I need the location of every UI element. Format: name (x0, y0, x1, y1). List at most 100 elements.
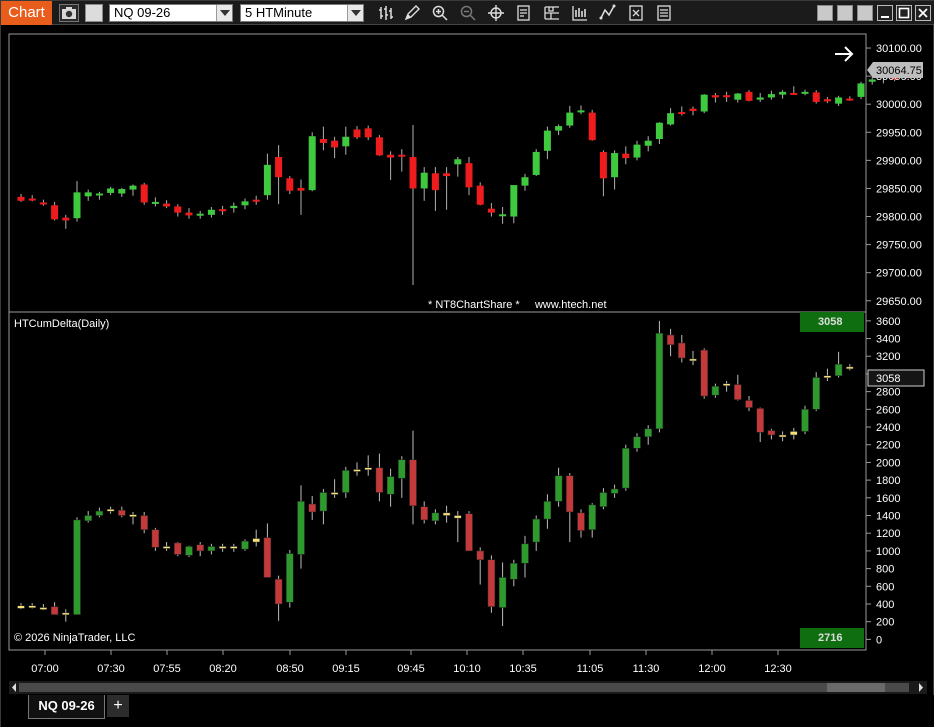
camera-icon[interactable] (59, 4, 79, 22)
candle (218, 543, 227, 552)
candle-body (174, 542, 182, 555)
y-tick-label: 29950.00 (876, 127, 922, 139)
candle (745, 90, 753, 102)
instrument-selector[interactable]: NQ 09-26 (109, 4, 233, 22)
chevron-down-icon[interactable] (216, 5, 232, 21)
layout-button-3[interactable] (857, 5, 873, 21)
candle-body (107, 188, 115, 193)
candle (263, 153, 271, 200)
candle (678, 335, 686, 363)
drawing-tools-icon[interactable] (599, 4, 617, 22)
candle (532, 149, 540, 177)
time-x-axis: 07:00 07:30 07:55 08:20 08:50 09:15 09:45 10:10… (31, 650, 792, 675)
candle-body (151, 201, 159, 204)
close-button[interactable] (915, 5, 931, 21)
chevron-down-icon[interactable] (347, 5, 363, 21)
candle (252, 195, 260, 205)
candle (118, 506, 126, 518)
candle (297, 485, 305, 569)
color-picker-button[interactable] (85, 4, 103, 22)
candle-body (297, 187, 305, 191)
candle-body (353, 469, 361, 472)
candle (364, 455, 372, 476)
y-tick-label: 2200 (876, 440, 900, 452)
candle (387, 151, 395, 181)
minimize-button[interactable] (877, 5, 893, 21)
candle (185, 545, 193, 558)
candle (398, 149, 406, 172)
candle-body (566, 475, 574, 513)
y-tick-label: 0 (876, 634, 882, 646)
candle-body (140, 515, 148, 530)
bars-icon[interactable] (377, 4, 395, 22)
app-tag[interactable]: Chart (1, 1, 52, 25)
x-tick-label: 11:05 (577, 663, 604, 675)
candle (666, 328, 675, 357)
interval-selector[interactable]: 5 HTMinute (240, 4, 364, 22)
y-tick-label: 29900.00 (876, 155, 922, 167)
candle-body (331, 140, 339, 148)
pencil-icon[interactable] (403, 4, 421, 22)
chart-style-icon[interactable] (571, 4, 589, 22)
candle (409, 430, 417, 525)
zoom-in-icon[interactable] (431, 4, 449, 22)
candle-body (39, 607, 48, 610)
candle (420, 501, 428, 524)
strategies-icon[interactable] (627, 4, 645, 22)
candle-body (129, 514, 137, 517)
candle (308, 496, 316, 520)
layout-button-2[interactable] (837, 5, 853, 21)
candle (689, 350, 697, 366)
candle-body (622, 153, 630, 159)
candle (241, 198, 249, 210)
add-tab-button[interactable]: + (107, 695, 129, 717)
candle-body (387, 154, 395, 158)
y-tick-label: 29650.00 (876, 296, 922, 308)
candle (342, 466, 350, 498)
scrollbar-thumb[interactable] (827, 683, 885, 692)
candle-body (521, 543, 529, 564)
candle-body (868, 79, 876, 82)
candle-body (275, 156, 283, 178)
candle-body (689, 358, 697, 362)
y-tick-label: 2000 (876, 457, 900, 469)
layout-button-1[interactable] (817, 5, 833, 21)
candle-body (241, 540, 249, 550)
y-tick-label: 3600 (876, 316, 900, 328)
candle (163, 200, 171, 209)
candle-body (599, 151, 607, 179)
arrow-right-icon[interactable] (835, 46, 854, 62)
candle (174, 204, 182, 217)
candle-body (308, 503, 316, 513)
bottom-badge-value: 2716 (818, 632, 842, 644)
candle-body (84, 515, 92, 522)
candle (286, 550, 294, 608)
x-tick-label: 09:45 (397, 663, 425, 675)
indicators-icon[interactable] (655, 4, 673, 22)
tab-instrument[interactable]: NQ 09-26 (28, 695, 105, 719)
data-box-icon[interactable] (543, 4, 561, 22)
candle-body (666, 334, 675, 345)
candle-body (73, 192, 81, 219)
candle-body (17, 196, 25, 201)
horizontal-scrollbar[interactable] (9, 681, 927, 694)
candle (846, 96, 854, 101)
y-tick-label: 3200 (876, 351, 900, 363)
zoom-out-icon[interactable] (459, 4, 477, 22)
interval-value: 5 HTMinute (245, 5, 313, 20)
candle-body (230, 546, 238, 549)
candle-body (398, 459, 406, 479)
crosshair-icon[interactable] (487, 4, 505, 22)
candle (711, 383, 720, 398)
candle-body (577, 110, 585, 113)
candle-body (353, 129, 361, 138)
candle (622, 146, 630, 165)
candle (39, 603, 48, 611)
chart-canvas[interactable]: 30100.0030050.0030000.0029950.0029900.00… (1, 26, 934, 695)
maximize-button[interactable] (896, 5, 912, 21)
candle (499, 206, 507, 224)
candle (185, 208, 193, 219)
properties-icon[interactable] (515, 4, 533, 22)
candle-body (263, 164, 271, 196)
candle-body (308, 136, 316, 191)
